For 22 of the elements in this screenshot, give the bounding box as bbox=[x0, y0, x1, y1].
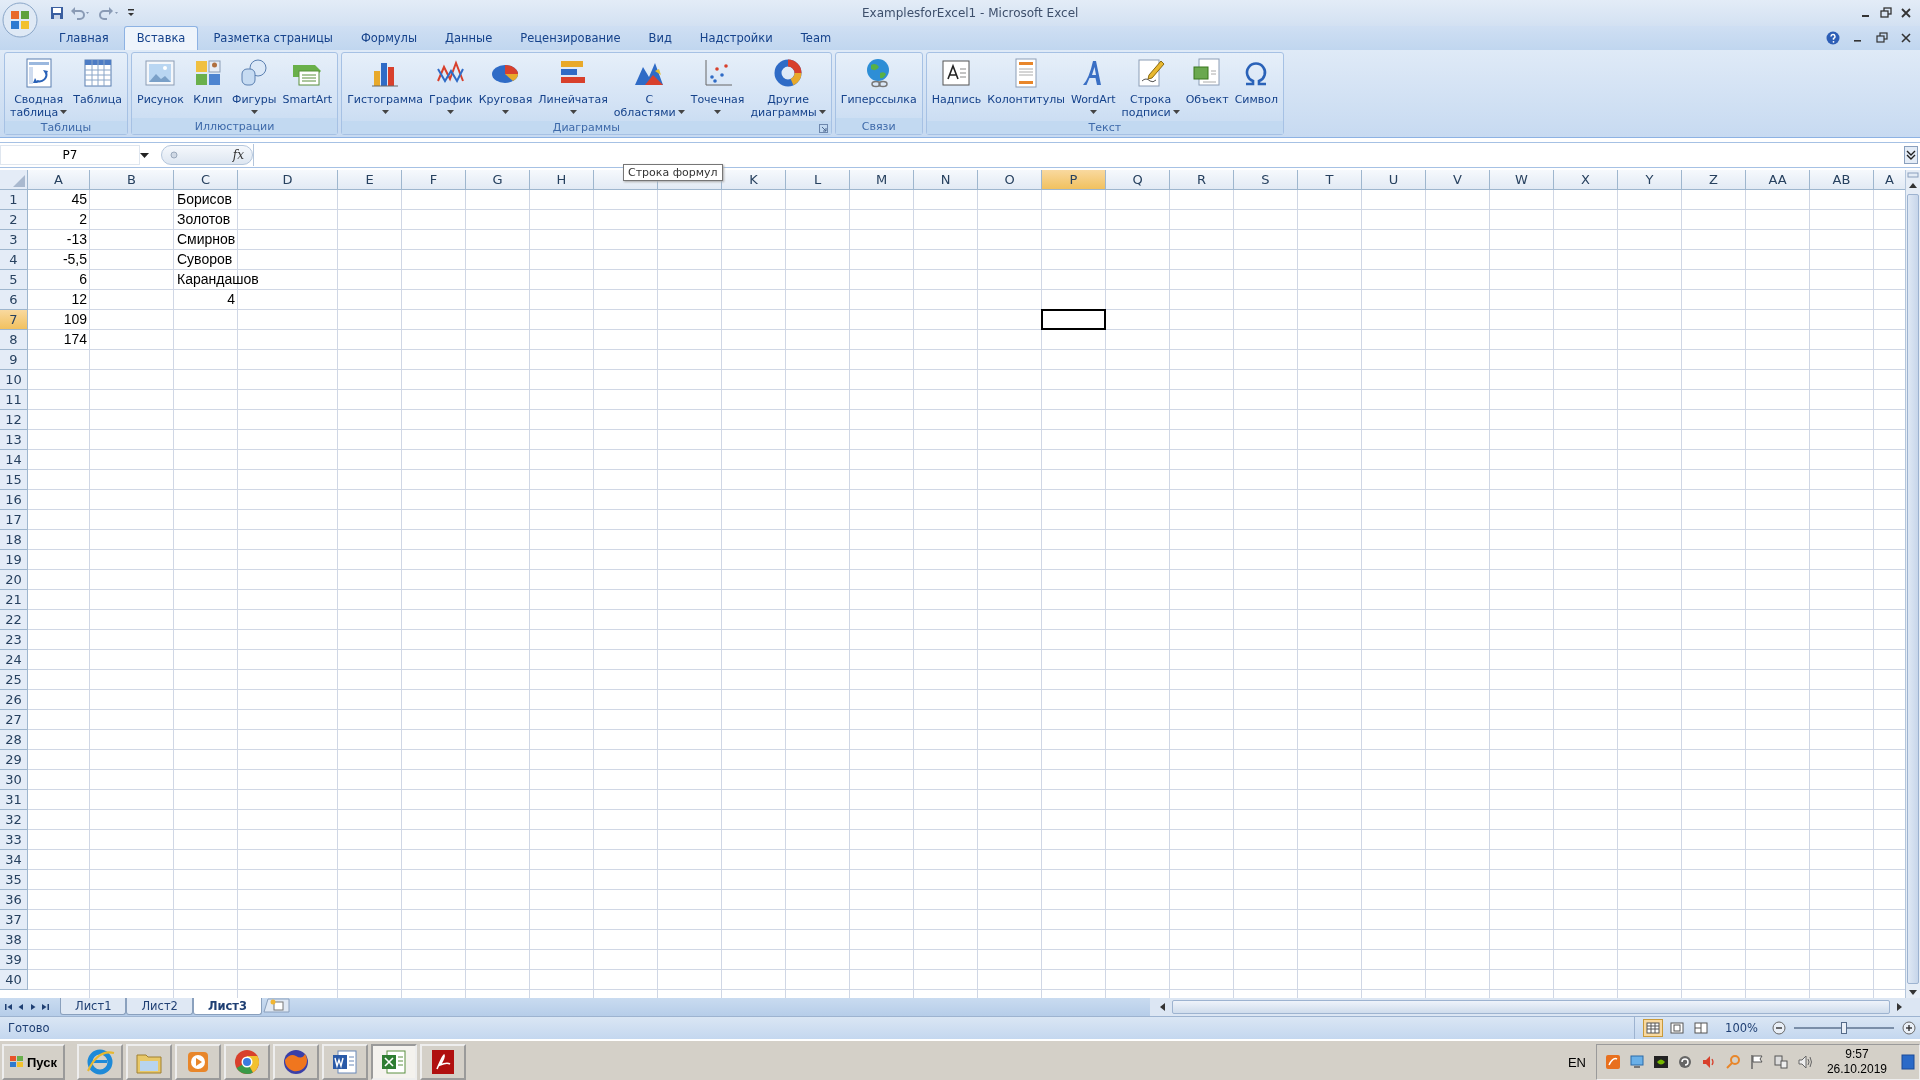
table-cell-text: 45 bbox=[70, 190, 88, 209]
tooltip: Строка формул bbox=[623, 164, 723, 181]
table-cell-text: 4 bbox=[226, 290, 236, 309]
table-cell-text: Борисов bbox=[176, 190, 233, 209]
status-text: Готово bbox=[7, 1021, 50, 1035]
table-cell-text: -5,5 bbox=[61, 250, 88, 269]
group-label: Текст bbox=[1088, 121, 1122, 134]
table-cell-text: 12 bbox=[70, 290, 88, 309]
group-label: Диаграммы bbox=[552, 121, 621, 134]
table-cell-text: -13 bbox=[65, 230, 88, 249]
window-title: ExamplesforExcel1 - Microsoft Excel bbox=[862, 6, 1080, 20]
table-cell-text: Смирнов bbox=[176, 230, 237, 249]
table-cell-text: 109 bbox=[62, 310, 88, 329]
group-label: Иллюстрации bbox=[194, 119, 275, 133]
table-cell-text: Карандашов bbox=[176, 270, 260, 289]
group-label: Связи bbox=[861, 119, 896, 133]
table-cell-text: 2 bbox=[78, 210, 88, 229]
table-cell-text: Суворов bbox=[176, 250, 234, 269]
table-cell-text: 174 bbox=[62, 330, 88, 349]
group-label: Таблицы bbox=[40, 121, 92, 134]
table-cell-text: Золотов bbox=[176, 210, 232, 229]
table-cell-text: 6 bbox=[78, 270, 88, 289]
